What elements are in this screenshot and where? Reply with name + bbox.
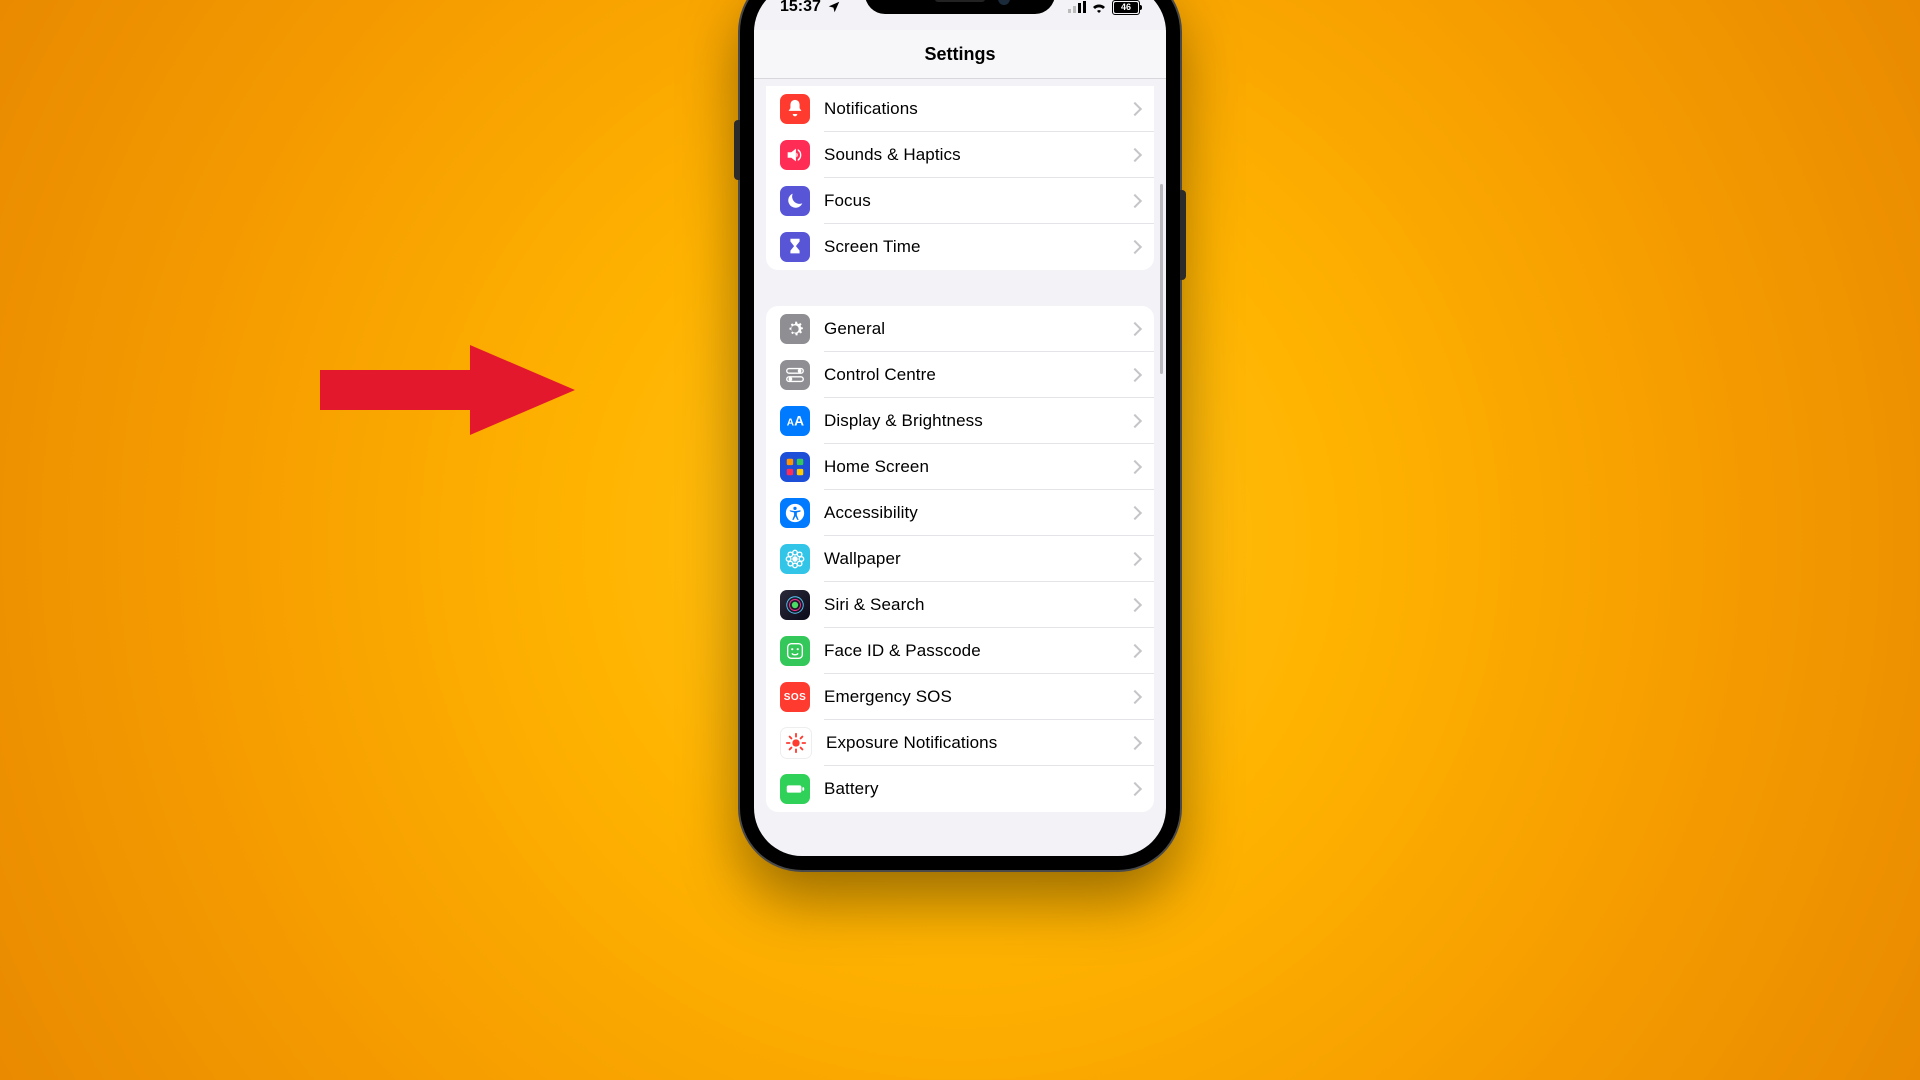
accessibility-icon [780, 498, 810, 528]
row-screen-time[interactable]: Screen Time [766, 224, 1154, 270]
cellular-icon [1068, 1, 1086, 13]
notch [865, 0, 1055, 14]
row-focus[interactable]: Focus [766, 178, 1154, 224]
chevron-right-icon [1128, 506, 1142, 520]
settings-list[interactable]: Notifications Sounds & Haptics Focus Screen… [754, 78, 1166, 856]
chevron-right-icon [1128, 414, 1142, 428]
flower-icon [780, 544, 810, 574]
row-label: Control Centre [824, 365, 1130, 385]
row-notifications[interactable]: Notifications [766, 86, 1154, 132]
row-emergency-sos[interactable]: SOS Emergency SOS [766, 674, 1154, 720]
chevron-right-icon [1128, 782, 1142, 796]
chevron-right-icon [1128, 552, 1142, 566]
row-label: Exposure Notifications [826, 733, 1130, 753]
row-siri-search[interactable]: Siri & Search [766, 582, 1154, 628]
settings-group: Notifications Sounds & Haptics Focus Screen… [766, 86, 1154, 270]
row-label: General [824, 319, 1130, 339]
row-sounds-haptics[interactable]: Sounds & Haptics [766, 132, 1154, 178]
chevron-right-icon [1128, 322, 1142, 336]
wifi-icon [1091, 1, 1107, 13]
aa-icon [780, 406, 810, 436]
scroll-indicator[interactable] [1160, 184, 1163, 374]
hourglass-icon [780, 232, 810, 262]
chevron-right-icon [1128, 460, 1142, 474]
annotation-arrow-icon [320, 345, 580, 435]
row-exposure-notifications[interactable]: Exposure Notifications [766, 720, 1154, 766]
row-label: Siri & Search [824, 595, 1130, 615]
stage: 15:37 46 Settings [0, 0, 1920, 1080]
chevron-right-icon [1128, 240, 1142, 254]
row-label: Screen Time [824, 237, 1130, 257]
chevron-right-icon [1128, 690, 1142, 704]
row-label: Home Screen [824, 457, 1130, 477]
face-icon [780, 636, 810, 666]
row-label: Face ID & Passcode [824, 641, 1130, 661]
battery-icon: 46 [1112, 0, 1140, 15]
siri-icon [780, 590, 810, 620]
battery-icon [780, 774, 810, 804]
speaker-grille [935, 0, 985, 2]
phone-screen: 15:37 46 Settings [754, 0, 1166, 856]
row-wallpaper[interactable]: Wallpaper [766, 536, 1154, 582]
bell-icon [780, 94, 810, 124]
grid-icon [780, 452, 810, 482]
row-home-screen[interactable]: Home Screen [766, 444, 1154, 490]
toggles-icon [780, 360, 810, 390]
row-face-id-passcode[interactable]: Face ID & Passcode [766, 628, 1154, 674]
row-label: Accessibility [824, 503, 1130, 523]
row-label: Notifications [824, 99, 1130, 119]
row-label: Focus [824, 191, 1130, 211]
chevron-right-icon [1128, 598, 1142, 612]
row-display-brightness[interactable]: Display & Brightness [766, 398, 1154, 444]
row-control-centre[interactable]: Control Centre [766, 352, 1154, 398]
row-accessibility[interactable]: Accessibility [766, 490, 1154, 536]
row-general[interactable]: General [766, 306, 1154, 352]
battery-level: 46 [1121, 2, 1131, 12]
row-label: Display & Brightness [824, 411, 1130, 431]
navbar-title: Settings [924, 44, 995, 65]
row-label: Emergency SOS [824, 687, 1130, 707]
chevron-right-icon [1128, 644, 1142, 658]
exposure-icon [780, 727, 812, 759]
chevron-right-icon [1128, 148, 1142, 162]
gear-icon [780, 314, 810, 344]
moon-icon [780, 186, 810, 216]
row-label: Battery [824, 779, 1130, 799]
row-label: Wallpaper [824, 549, 1130, 569]
front-camera [998, 0, 1010, 5]
status-time: 15:37 [780, 0, 821, 16]
sos-icon: SOS [780, 682, 810, 712]
chevron-right-icon [1128, 736, 1142, 750]
location-icon [827, 0, 841, 14]
speaker-icon [780, 140, 810, 170]
settings-group: General Control Centre Display & Brightnes… [766, 306, 1154, 812]
phone-frame: 15:37 46 Settings [740, 0, 1180, 870]
navbar: Settings [754, 30, 1166, 79]
row-battery[interactable]: Battery [766, 766, 1154, 812]
chevron-right-icon [1128, 368, 1142, 382]
chevron-right-icon [1128, 194, 1142, 208]
row-label: Sounds & Haptics [824, 145, 1130, 165]
chevron-right-icon [1128, 102, 1142, 116]
